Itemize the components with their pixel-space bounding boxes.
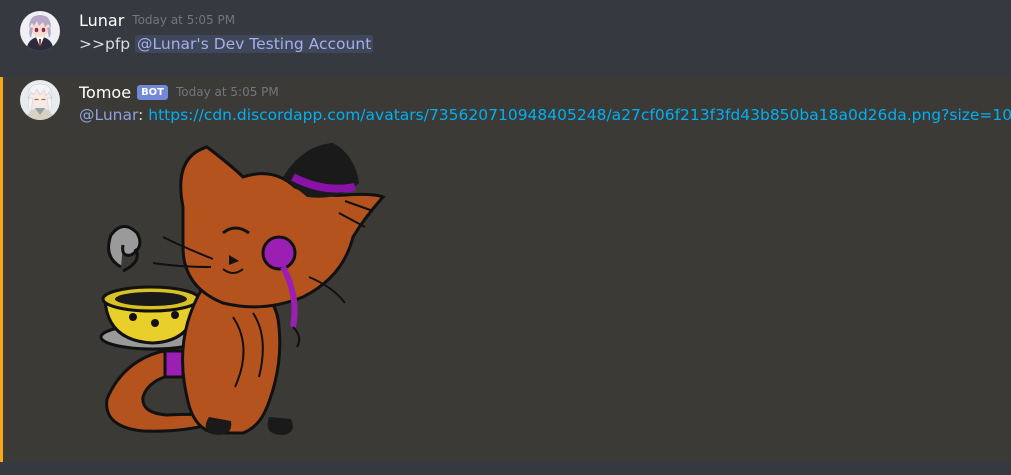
timestamp: Today at 5:05 PM <box>132 13 236 27</box>
avatar-image-embed[interactable] <box>83 137 403 447</box>
bot-tag-badge: BOT <box>137 84 169 100</box>
mention-highlight-bar <box>0 77 3 462</box>
avatar-tomoe[interactable] <box>20 80 60 120</box>
message-list-footer <box>0 462 1011 475</box>
message-header: Lunar Today at 5:05 PM <box>79 9 235 31</box>
timestamp: Today at 5:05 PM <box>176 85 279 99</box>
steam-icon <box>107 225 142 273</box>
user-mention[interactable]: @Lunar's Dev Testing Account <box>135 35 374 53</box>
message-content: >>pfp @Lunar's Dev Testing Account <box>79 33 374 55</box>
separator-text: : <box>138 106 149 124</box>
user-mention[interactable]: @Lunar <box>79 106 138 124</box>
avatar-lunar[interactable] <box>20 11 60 51</box>
avatar-link[interactable]: https://cdn.discordapp.com/avatars/73562… <box>148 106 1011 124</box>
message-lunar: Lunar Today at 5:05 PM >>pfp @Lunar's De… <box>0 0 1011 77</box>
message-header: Tomoe BOT Today at 5:05 PM <box>79 81 279 103</box>
message-tomoe: Tomoe BOT Today at 5:05 PM @Lunar: https… <box>0 77 1011 462</box>
command-text: >>pfp <box>79 35 136 53</box>
message-content: @Lunar: https://cdn.discordapp.com/avata… <box>79 104 1011 126</box>
username[interactable]: Lunar <box>79 11 124 30</box>
username[interactable]: Tomoe <box>79 83 131 102</box>
